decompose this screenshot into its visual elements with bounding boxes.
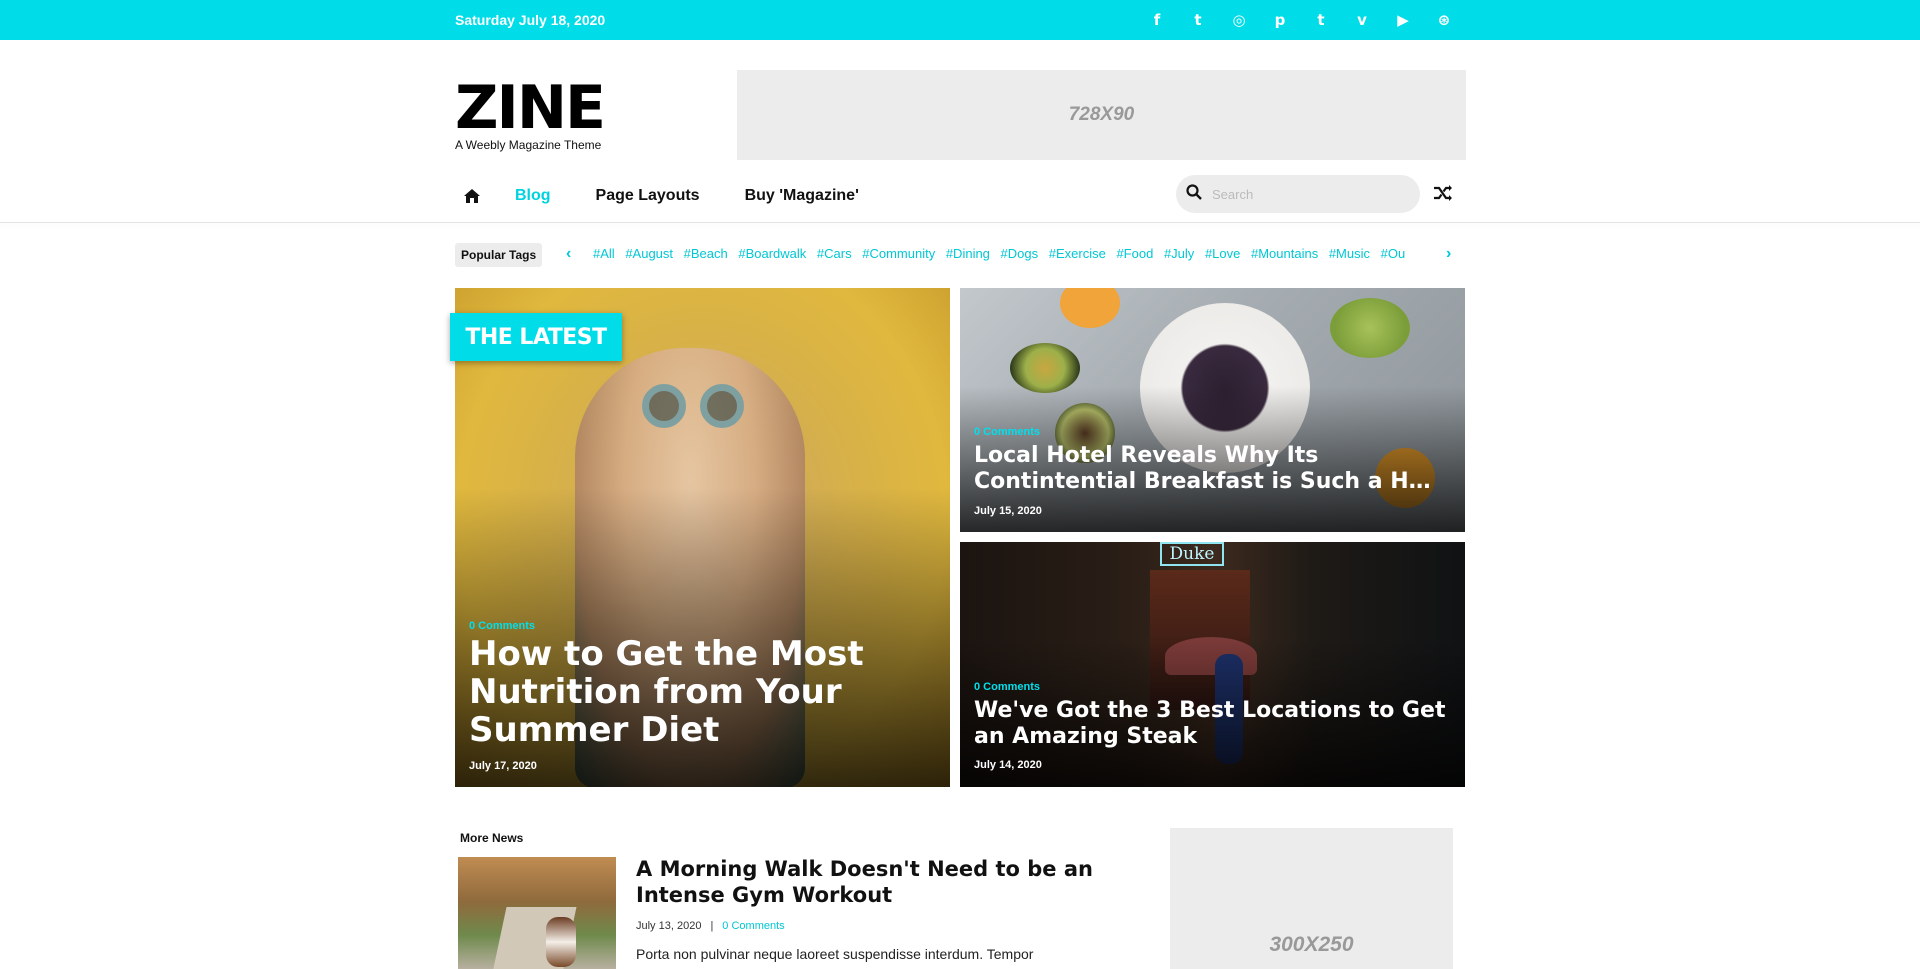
news-title[interactable]: A Morning Walk Doesn't Need to be an Int… <box>636 856 1116 908</box>
featured-side-post[interactable]: Duke 0 Comments We've Got the 3 Best Loc… <box>960 542 1465 787</box>
search-icon[interactable] <box>1186 183 1202 205</box>
youtube-icon[interactable]: ▶ <box>1392 9 1414 31</box>
vimeo-icon[interactable]: v <box>1351 9 1373 31</box>
comment-count[interactable]: 0 Comments <box>974 426 1040 438</box>
home-icon[interactable] <box>459 183 485 209</box>
pinterest-icon[interactable]: p <box>1269 9 1291 31</box>
tag-link[interactable]: #Food <box>1116 246 1153 261</box>
nav-item-page-layouts[interactable]: Page Layouts <box>596 187 700 205</box>
tag-link[interactable]: #Cars <box>817 246 852 261</box>
nav-item-blog[interactable]: Blog <box>515 187 551 205</box>
dribbble-icon[interactable]: ⊛ <box>1433 9 1455 31</box>
ad-size-label: 300X250 <box>1269 933 1354 956</box>
news-meta: July 13, 2020 | 0 Comments <box>636 920 785 932</box>
more-news-heading: More News <box>460 831 524 845</box>
tag-link[interactable]: #Boardwalk <box>738 246 806 261</box>
post-title-line: Contintential Breakfast is Such a Huge H… <box>974 469 1444 494</box>
ad-size-label: 728X90 <box>1068 104 1135 125</box>
header-divider <box>0 222 1920 223</box>
tag-link[interactable]: #Community <box>862 246 935 261</box>
tag-link[interactable]: #August <box>625 246 673 261</box>
tag-link[interactable]: #Dogs <box>1001 246 1039 261</box>
tag-link[interactable]: #Mountains <box>1251 246 1318 261</box>
ad-box-300x250[interactable]: 300X250 <box>1170 828 1453 969</box>
tag-link[interactable]: #Ou <box>1381 246 1405 261</box>
tag-link[interactable]: #Music <box>1329 246 1370 261</box>
tumblr-icon[interactable]: t <box>1310 9 1332 31</box>
post-date: July 15, 2020 <box>974 505 1042 517</box>
post-title[interactable]: Local Hotel Reveals Why Its Contintentia… <box>974 443 1454 495</box>
tag-link[interactable]: #All <box>593 246 615 261</box>
post-title-line: Local Hotel Reveals Why Its <box>974 443 1319 468</box>
tag-link[interactable]: #July <box>1164 246 1194 261</box>
post-title[interactable]: We've Got the 3 Best Locations to Get an… <box>974 698 1454 750</box>
site-logo[interactable]: ZINE <box>455 78 606 138</box>
post-date: July 14, 2020 <box>974 759 1042 771</box>
tag-list: #All #August #Beach #Boardwalk #Cars #Co… <box>593 246 1405 261</box>
nav-item-buy-magazine[interactable]: Buy 'Magazine' <box>745 187 859 205</box>
social-links: f t ◎ p t v ▶ ⊛ <box>1146 9 1455 31</box>
duke-sign: Duke <box>1160 542 1224 566</box>
twitter-icon[interactable]: t <box>1187 9 1209 31</box>
comment-count[interactable]: 0 Comments <box>974 681 1040 693</box>
ad-banner-728x90[interactable]: 728X90 <box>737 70 1466 160</box>
featured-main-post[interactable]: 0 Comments How to Get the Most Nutrition… <box>455 288 950 787</box>
chevron-left-icon[interactable]: ‹ <box>566 245 571 263</box>
post-date: July 17, 2020 <box>469 760 537 772</box>
comment-count[interactable]: 0 Comments <box>722 920 784 932</box>
post-title[interactable]: How to Get the Most Nutrition from Your … <box>469 635 909 749</box>
meta-separator: | <box>710 920 714 932</box>
news-date: July 13, 2020 <box>636 920 702 932</box>
featured-side-post[interactable]: 0 Comments Local Hotel Reveals Why Its C… <box>960 288 1465 532</box>
tag-link[interactable]: #Love <box>1205 246 1240 261</box>
current-date: Saturday July 18, 2020 <box>455 12 606 28</box>
facebook-icon[interactable]: f <box>1146 9 1168 31</box>
shuffle-icon[interactable] <box>1430 180 1456 206</box>
sunglasses <box>642 384 762 428</box>
comment-count[interactable]: 0 Comments <box>469 620 535 632</box>
the-latest-badge: THE LATEST <box>450 313 622 361</box>
search-box <box>1176 175 1420 213</box>
news-excerpt: Porta non pulvinar neque laoreet suspend… <box>636 946 1034 962</box>
site-tagline: A Weebly Magazine Theme <box>455 138 602 152</box>
tag-link[interactable]: #Dining <box>946 246 990 261</box>
tag-link[interactable]: #Beach <box>684 246 728 261</box>
tag-link[interactable]: #Exercise <box>1049 246 1106 261</box>
top-bar: Saturday July 18, 2020 f t ◎ p t v ▶ ⊛ <box>0 0 1920 40</box>
news-thumbnail[interactable] <box>458 857 616 969</box>
main-nav: Blog Page Layouts Buy 'Magazine' <box>455 176 904 216</box>
popular-tags-label: Popular Tags <box>455 243 543 267</box>
instagram-icon[interactable]: ◎ <box>1228 9 1250 31</box>
chevron-right-icon[interactable]: › <box>1446 245 1451 263</box>
search-input[interactable] <box>1212 186 1402 202</box>
